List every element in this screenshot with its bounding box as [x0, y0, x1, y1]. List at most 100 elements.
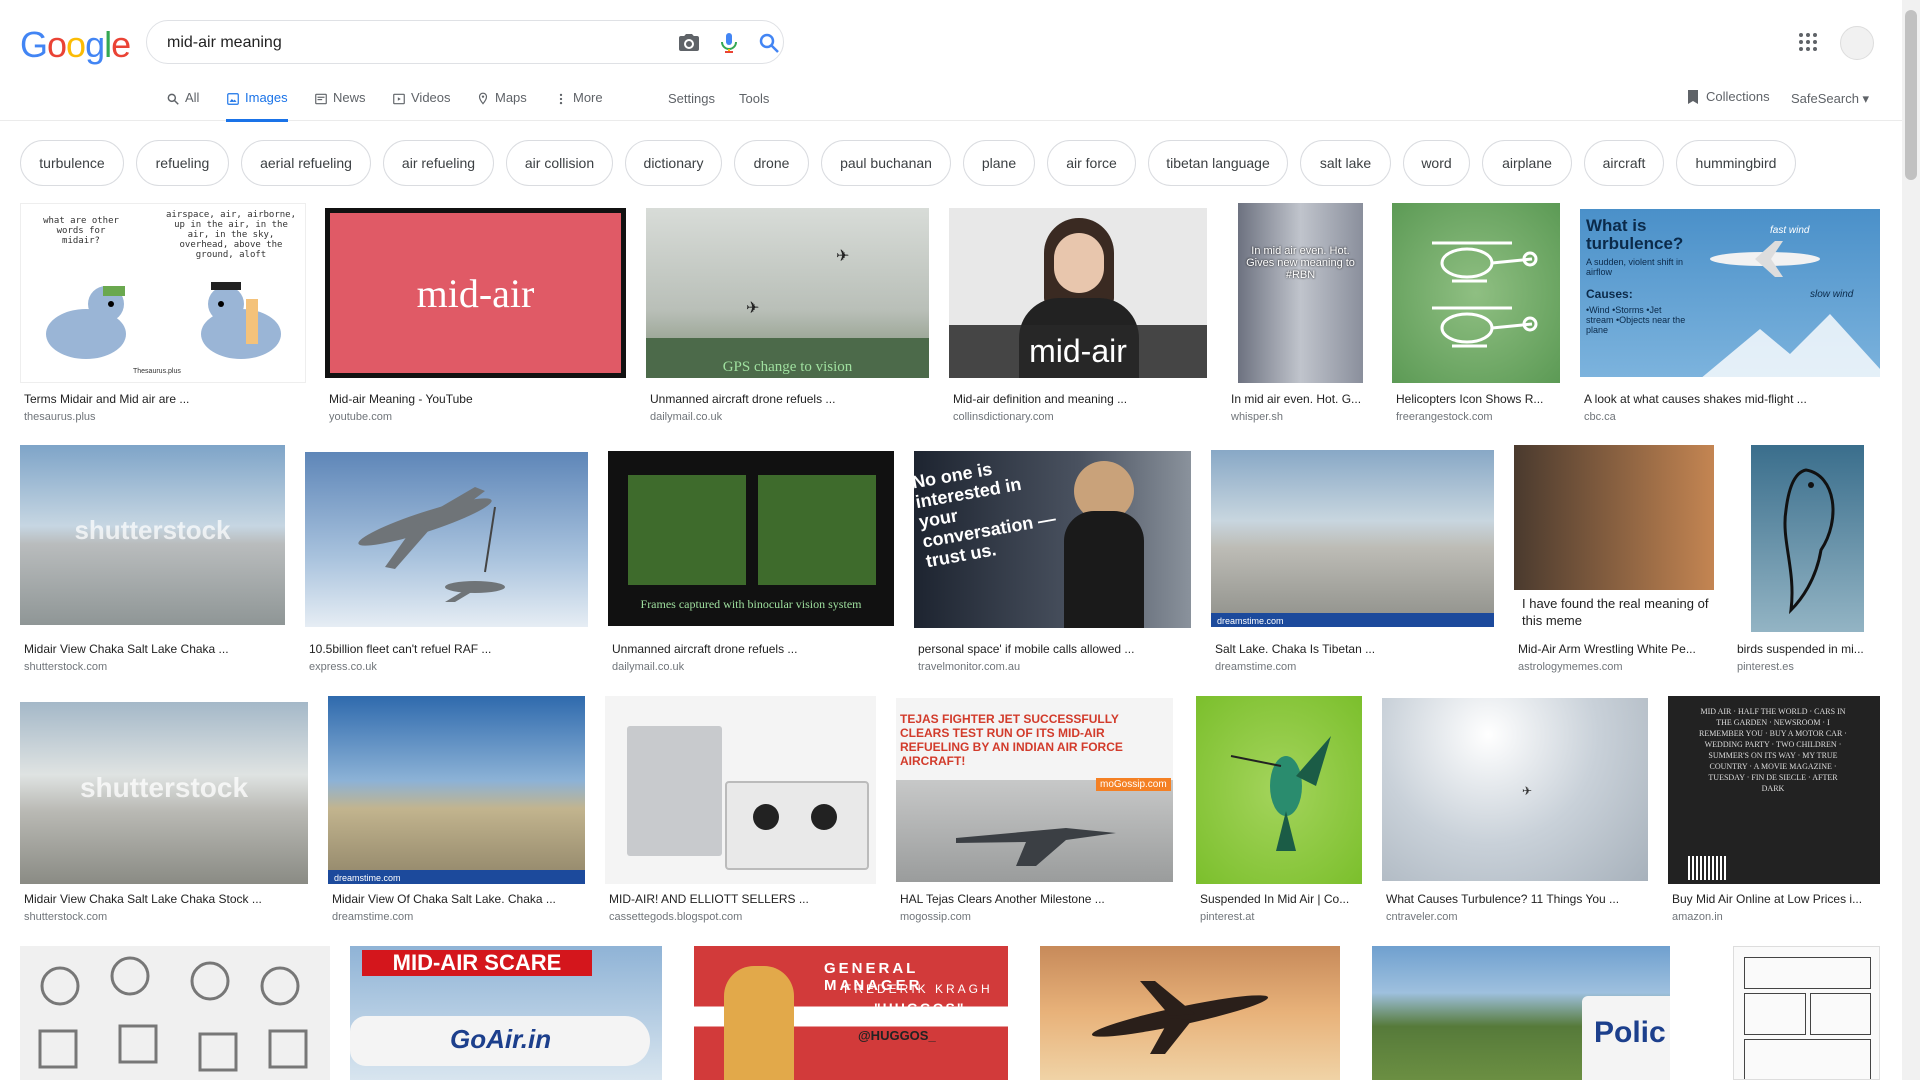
chip-aerial-refueling[interactable]: aerial refueling	[241, 140, 371, 186]
search-input[interactable]	[165, 30, 629, 56]
result-source[interactable]: cassettegods.blogspot.com	[609, 911, 742, 923]
chip-air-refueling[interactable]: air refueling	[383, 140, 494, 186]
result-source[interactable]: shutterstock.com	[24, 661, 107, 673]
chip-salt-lake[interactable]: salt lake	[1300, 140, 1391, 186]
result-source[interactable]: youtube.com	[329, 411, 392, 423]
tools-link[interactable]: Tools	[739, 91, 769, 106]
result-title[interactable]: Midair View Of Chaka Salt Lake. Chaka ..…	[332, 892, 582, 906]
result-title[interactable]: What Causes Turbulence? 11 Things You ..…	[1386, 892, 1646, 906]
result-title[interactable]: A look at what causes shakes mid-flight …	[1584, 392, 1880, 406]
result-source[interactable]: cntraveler.com	[1386, 911, 1458, 923]
chip-dictionary[interactable]: dictionary	[625, 140, 722, 186]
result-source[interactable]: collinsdictionary.com	[953, 411, 1054, 423]
tab-videos[interactable]: Videos	[392, 90, 451, 122]
chip-air-force[interactable]: air force	[1047, 140, 1136, 186]
result-source[interactable]: shutterstock.com	[24, 911, 107, 923]
result-title[interactable]: MID-AIR! AND ELLIOTT SELLERS ...	[609, 892, 874, 906]
chip-airplane[interactable]: airplane	[1482, 140, 1572, 186]
result-source[interactable]: cbc.ca	[1584, 411, 1616, 423]
result-title[interactable]: Salt Lake. Chaka Is Tibetan ...	[1215, 642, 1490, 656]
result-thumbnail[interactable]	[305, 452, 588, 627]
chip-plane[interactable]: plane	[963, 140, 1035, 186]
result-source[interactable]: astrologymemes.com	[1518, 661, 1623, 673]
chip-aircraft[interactable]: aircraft	[1584, 140, 1664, 186]
result-source[interactable]: pinterest.at	[1200, 911, 1254, 923]
result-thumbnail[interactable]: TEJAS FIGHTER JET SUCCESSFULLY CLEARS TE…	[896, 698, 1173, 882]
tab-images[interactable]: Images	[226, 90, 288, 122]
result-title[interactable]: Buy Mid Air Online at Low Prices i...	[1672, 892, 1882, 906]
result-thumbnail[interactable]	[20, 946, 330, 1080]
chip-refueling[interactable]: refueling	[136, 140, 229, 186]
result-title[interactable]: Helicopters Icon Shows R...	[1396, 392, 1560, 406]
result-source[interactable]: freerangestock.com	[1396, 411, 1493, 423]
result-title[interactable]: personal space' if mobile calls allowed …	[918, 642, 1193, 656]
camera-icon[interactable]	[677, 31, 701, 55]
tab-more[interactable]: More	[554, 90, 603, 122]
google-logo[interactable]: Google	[20, 24, 131, 66]
result-source[interactable]: pinterest.es	[1737, 661, 1794, 673]
microphone-icon[interactable]	[717, 31, 741, 55]
chip-tibetan-language[interactable]: tibetan language	[1148, 140, 1288, 186]
result-thumbnail[interactable]: MID AIR · HALF THE WORLD · CARS IN THE G…	[1668, 696, 1880, 884]
result-thumbnail[interactable]: what are other words for midair? airspac…	[20, 203, 306, 383]
result-thumbnail[interactable]: shutterstock	[20, 702, 308, 884]
tab-all[interactable]: All	[166, 90, 199, 122]
chip-drone[interactable]: drone	[734, 140, 809, 186]
result-source[interactable]: travelmonitor.com.au	[918, 661, 1020, 673]
result-thumbnail[interactable]: mid-air	[949, 208, 1207, 378]
scrollbar[interactable]	[1902, 0, 1920, 1080]
settings-link[interactable]: Settings	[668, 91, 715, 106]
result-title[interactable]: Terms Midair and Mid air are ...	[24, 392, 304, 406]
result-thumbnail[interactable]	[1733, 946, 1880, 1080]
result-thumbnail[interactable]: I have found the real meaning of this me…	[1514, 445, 1714, 632]
chip-paul-buchanan[interactable]: paul buchanan	[821, 140, 951, 186]
result-thumbnail[interactable]	[1196, 696, 1362, 884]
result-thumbnail[interactable]: Frames captured with binocular vision sy…	[608, 451, 894, 626]
result-title[interactable]: Mid-air Meaning - YouTube	[329, 392, 619, 406]
result-title[interactable]: 10.5billion fleet can't refuel RAF ...	[309, 642, 579, 656]
result-thumbnail[interactable]: shutterstock	[20, 445, 285, 625]
result-title[interactable]: birds suspended in mi...	[1737, 642, 1882, 656]
result-title[interactable]: Unmanned aircraft drone refuels ...	[650, 392, 930, 406]
result-thumbnail[interactable]: mid-air	[325, 208, 626, 378]
result-title[interactable]: HAL Tejas Clears Another Milestone ...	[900, 892, 1172, 906]
result-thumbnail[interactable]	[1751, 445, 1864, 632]
result-thumbnail[interactable]: dreamstime.com	[328, 696, 585, 884]
result-thumbnail[interactable]: dreamstime.com	[1211, 450, 1494, 627]
result-title[interactable]: Midair View Chaka Salt Lake Chaka ...	[24, 642, 284, 656]
result-thumbnail[interactable]: What is turbulence? A sudden, violent sh…	[1580, 209, 1880, 377]
safesearch-dropdown[interactable]: SafeSearch ▾	[1791, 91, 1869, 107]
result-thumbnail[interactable]	[1392, 203, 1560, 383]
collections-button[interactable]: Collections	[1686, 89, 1770, 105]
chip-air-collision[interactable]: air collision	[506, 140, 613, 186]
result-source[interactable]: dreamstime.com	[1215, 661, 1296, 673]
apps-grid-icon[interactable]	[1796, 30, 1820, 54]
result-title[interactable]: Mid-Air Arm Wrestling White Pe...	[1518, 642, 1708, 656]
tab-news[interactable]: News	[314, 90, 366, 122]
result-title[interactable]: Unmanned aircraft drone refuels ...	[612, 642, 892, 656]
result-thumbnail[interactable]: GENERAL MANAGER FREDERIK KRAGH "HUGGOS" …	[694, 946, 1008, 1080]
result-thumbnail[interactable]: ✈	[1382, 698, 1648, 881]
result-source[interactable]: express.co.uk	[309, 661, 377, 673]
result-thumbnail[interactable]	[605, 696, 876, 884]
result-thumbnail[interactable]: No one is interested in your conversatio…	[914, 451, 1191, 628]
result-source[interactable]: dreamstime.com	[332, 911, 413, 923]
result-title[interactable]: Suspended In Mid Air | Co...	[1200, 892, 1360, 906]
tab-maps[interactable]: Maps	[476, 90, 527, 122]
result-source[interactable]: amazon.in	[1672, 911, 1723, 923]
result-title[interactable]: In mid air even. Hot. G...	[1231, 392, 1371, 406]
search-icon[interactable]	[757, 31, 781, 55]
result-title[interactable]: Mid-air definition and meaning ...	[953, 392, 1207, 406]
result-source[interactable]: whisper.sh	[1231, 411, 1283, 423]
chip-word[interactable]: word	[1403, 140, 1470, 186]
avatar[interactable]	[1840, 26, 1874, 60]
result-title[interactable]: Midair View Chaka Salt Lake Chaka Stock …	[24, 892, 309, 906]
result-thumbnail[interactable]: ✈ ✈ GPS change to vision	[646, 208, 929, 378]
result-source[interactable]: dailymail.co.uk	[650, 411, 722, 423]
chip-turbulence[interactable]: turbulence	[20, 140, 124, 186]
result-thumbnail[interactable]: In mid air even. Hot. Gives new meaning …	[1238, 203, 1363, 383]
result-source[interactable]: mogossip.com	[900, 911, 971, 923]
result-thumbnail[interactable]: Polic	[1372, 946, 1670, 1080]
result-source[interactable]: dailymail.co.uk	[612, 661, 684, 673]
result-source[interactable]: thesaurus.plus	[24, 411, 96, 423]
